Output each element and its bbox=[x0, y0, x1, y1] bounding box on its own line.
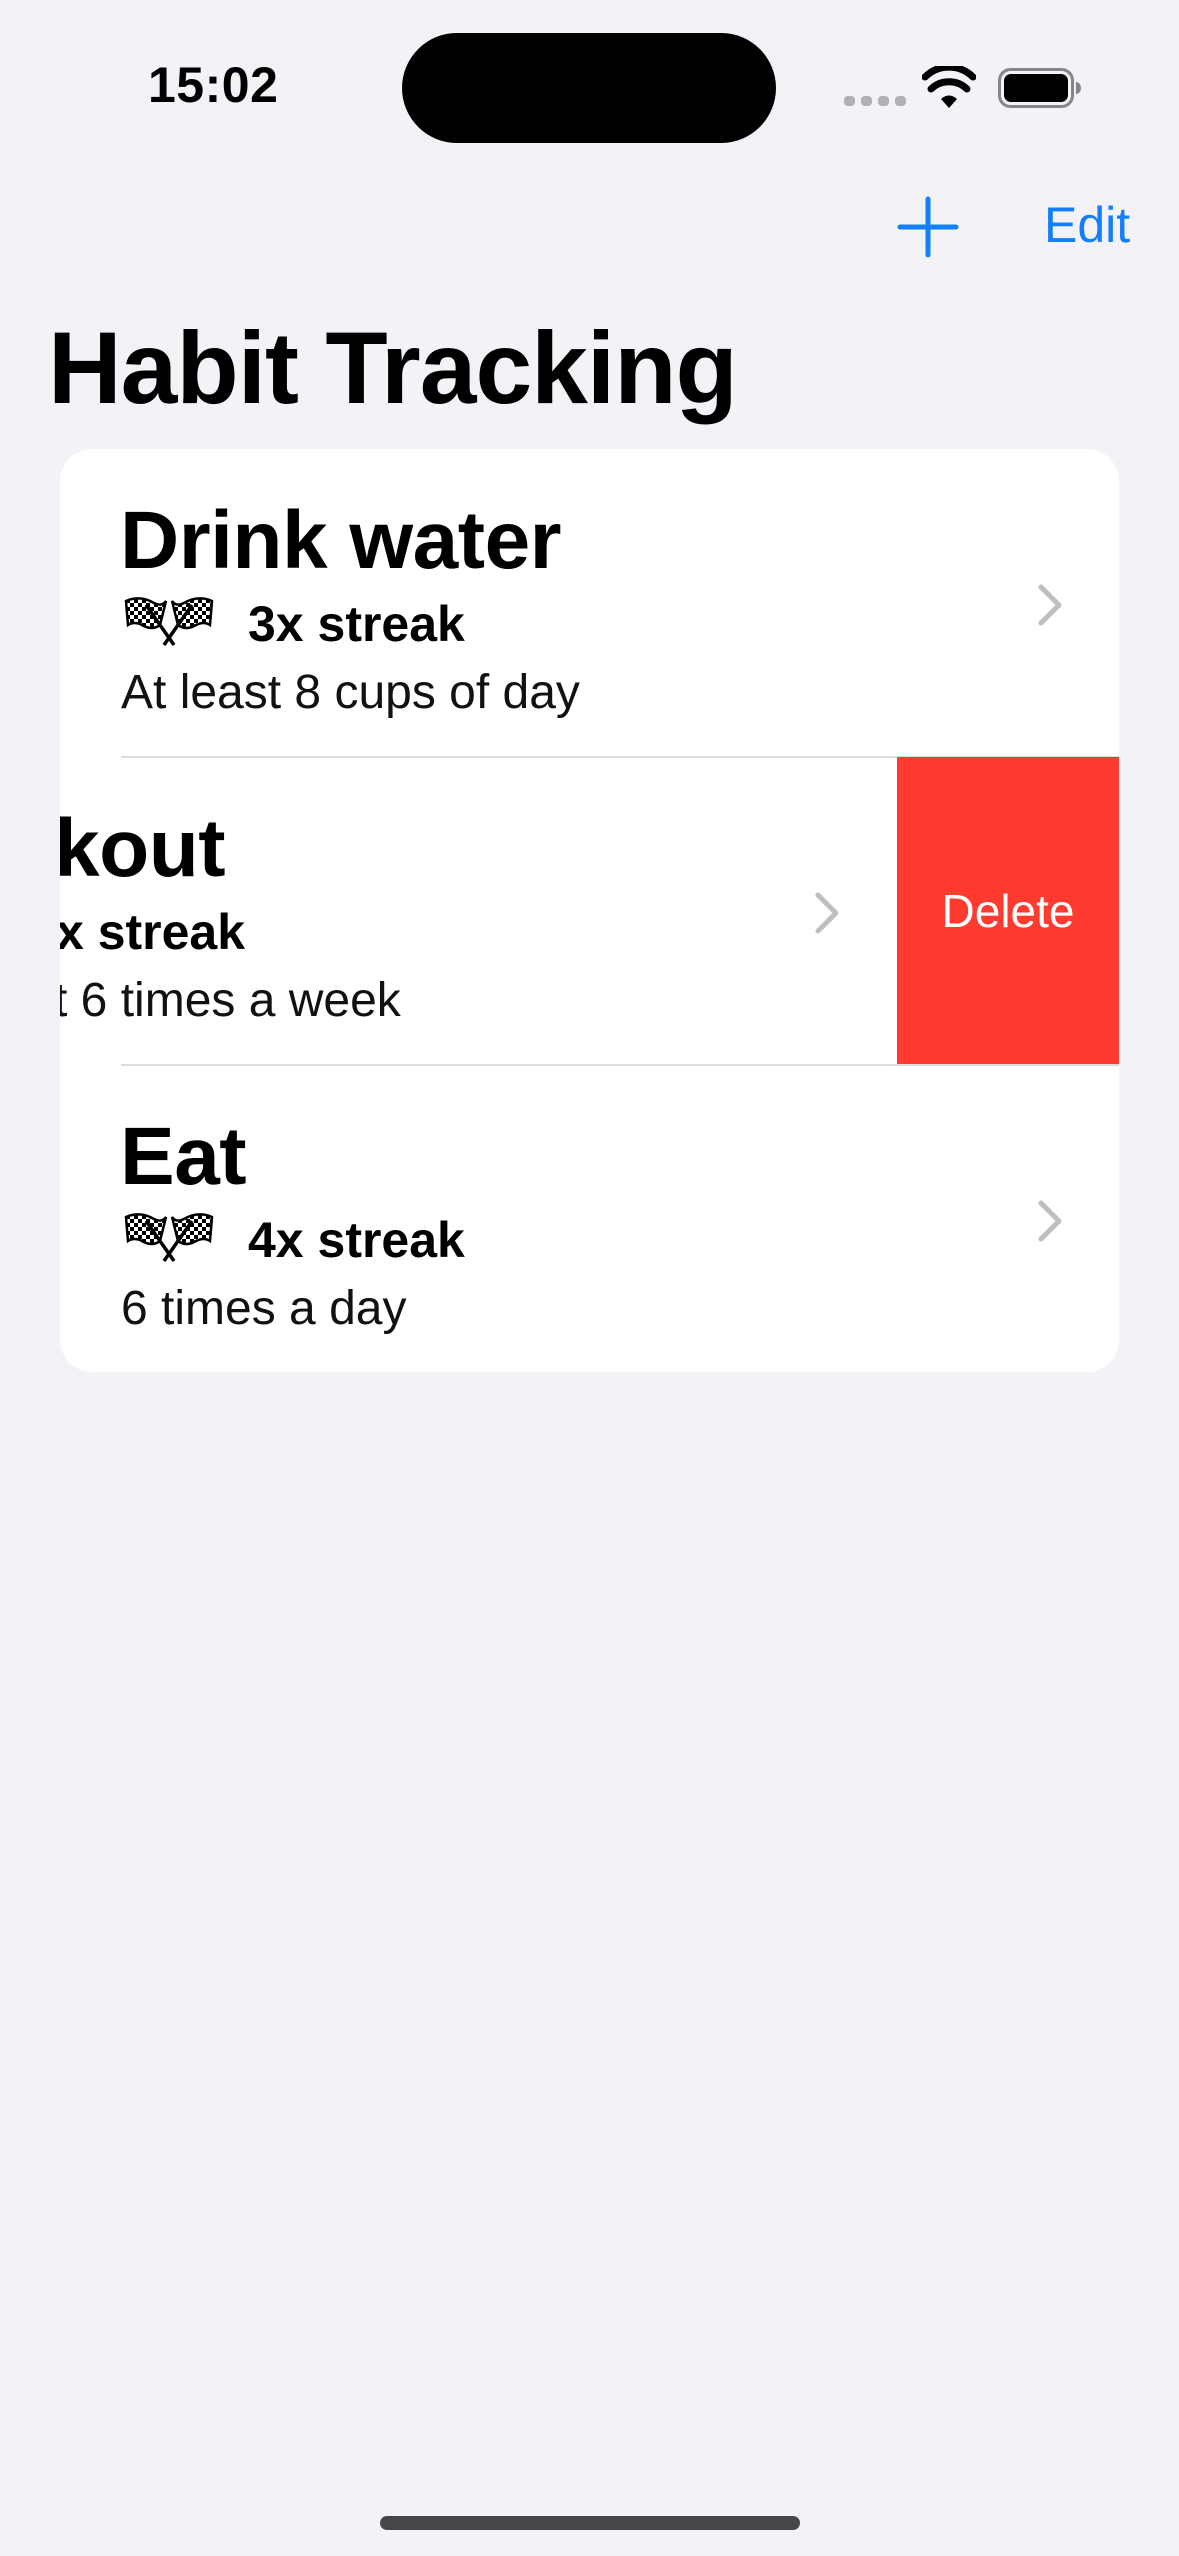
add-button[interactable] bbox=[896, 195, 960, 259]
delete-button[interactable]: Delete bbox=[897, 757, 1119, 1065]
habit-description: At least 8 cups of day bbox=[121, 666, 580, 719]
chevron-right-icon bbox=[1038, 1200, 1062, 1242]
habit-streak: x streak bbox=[60, 904, 246, 960]
habit-streak: 4x streak bbox=[248, 1212, 465, 1268]
cellular-signal-icon bbox=[844, 96, 906, 106]
edit-button[interactable]: Edit bbox=[1044, 196, 1130, 254]
status-time: 15:02 bbox=[148, 57, 279, 113]
habit-description: t 6 times a week bbox=[60, 974, 401, 1027]
home-indicator[interactable] bbox=[380, 2516, 800, 2530]
habit-description: 6 times a day bbox=[121, 1282, 407, 1335]
dynamic-island bbox=[402, 33, 776, 143]
habit-list: Drink water 3x streak At least 8 cups of… bbox=[60, 449, 1119, 1372]
habit-title: kout bbox=[60, 803, 226, 894]
habit-row-eat[interactable]: Eat 4x streak 6 times a day bbox=[60, 1065, 1119, 1372]
checkered-flags-icon bbox=[124, 1213, 214, 1263]
plus-icon bbox=[897, 196, 959, 258]
checkered-flags-icon bbox=[124, 597, 214, 647]
habit-title: Eat bbox=[120, 1111, 247, 1202]
chevron-right-icon bbox=[815, 892, 839, 934]
wifi-icon bbox=[922, 66, 976, 108]
page-title: Habit Tracking bbox=[48, 311, 738, 425]
habit-streak: 3x streak bbox=[248, 596, 465, 652]
chevron-right-icon bbox=[1038, 584, 1062, 626]
battery-icon bbox=[998, 68, 1081, 108]
habit-title: Drink water bbox=[120, 495, 562, 586]
habit-row-drink-water[interactable]: Drink water 3x streak At least 8 cups of… bbox=[60, 449, 1119, 757]
